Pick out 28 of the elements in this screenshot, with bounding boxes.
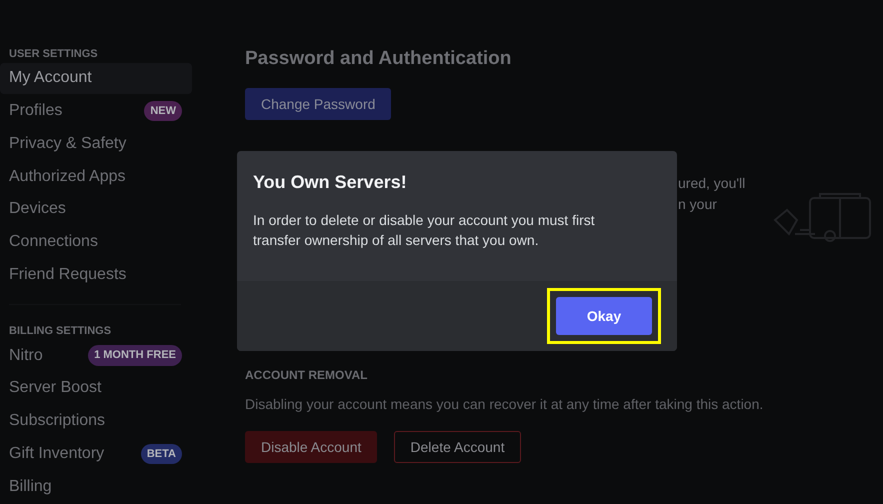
sidebar-item[interactable]: My Account [0,63,192,94]
badge: BETA [140,444,182,464]
sidebar-item[interactable]: Friend Requests [0,260,192,290]
sidebar-item[interactable]: Server Boost [0,372,192,404]
partial-text: ured, you'll [678,174,746,192]
section-header: ACCOUNT REMOVAL [245,367,368,384]
sidebar-item[interactable]: Profiles NEW [0,96,192,126]
partial-text: n your [678,195,718,213]
change-password-button[interactable]: Change Password [245,88,392,120]
section-header: BILLING SETTINGS [8,324,112,340]
sidebar-item[interactable]: Authorized Apps [0,161,192,192]
dialog-title: You Own Servers! [253,171,408,194]
section-header: USER SETTINGS [8,47,99,62]
account-button[interactable]: Disable Account [245,431,378,463]
description-text: Disabling your account means you can recover it at any time after taking this action. [245,395,764,414]
account-button[interactable]: Delete Account [394,431,521,463]
sidebar-item[interactable]: Privacy & Safety [0,128,192,160]
badge: 1 MONTH FREE [88,345,182,366]
sidebar-item[interactable]: Billing [0,471,192,502]
badge: NEW [144,100,182,122]
dialog-message: In order to delete or disable your account you must first transfer ownership of all servers that you own. [253,211,596,250]
sidebar-item[interactable]: Connections [0,226,192,258]
sidebar-item[interactable]: Subscriptions [0,406,192,436]
sidebar-item[interactable]: Nitro 1 MONTH FREE [0,340,192,371]
sidebar-item[interactable]: Devices [0,194,192,225]
sidebar-item[interactable]: Gift Inventory BETA [0,438,192,470]
okay-button[interactable]: Okay [556,297,652,335]
page-title: Password and Authentication [245,47,512,69]
